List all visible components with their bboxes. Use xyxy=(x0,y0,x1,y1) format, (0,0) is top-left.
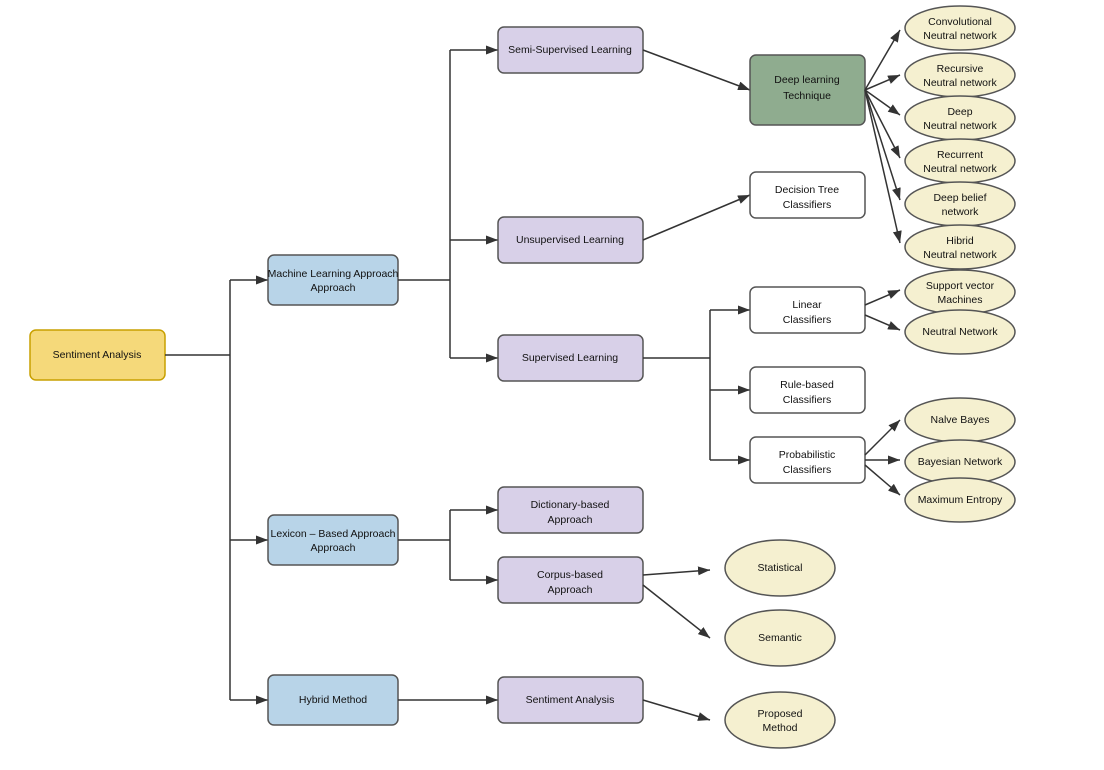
deepnet-node xyxy=(905,96,1015,140)
deepbelief-label: Deep belief xyxy=(933,192,986,204)
deep-label2: Technique xyxy=(783,90,831,102)
recurrent-label: Recurrent xyxy=(937,149,983,161)
prob-label: Probabilistic xyxy=(779,449,836,461)
recurrent-node xyxy=(905,139,1015,183)
neutralnet-label: Neutral Network xyxy=(922,326,998,338)
svm-node xyxy=(905,270,1015,314)
hibrid-label2: Neutral network xyxy=(923,249,997,261)
bayesian-label: Bayesian Network xyxy=(918,456,1003,468)
recurrent-label2: Neutral network xyxy=(923,163,997,175)
corpus-label: Corpus-based xyxy=(537,569,603,581)
semi-label: Semi-Supervised Learning xyxy=(508,44,632,56)
deepbelief-label2: network xyxy=(942,206,980,218)
hibrid-node xyxy=(905,225,1015,269)
corpus-label2: Approach xyxy=(548,584,593,596)
ml-label: Machine Learning Approach xyxy=(268,268,399,280)
deepbelief-node xyxy=(905,182,1015,226)
rule-label: Rule-based xyxy=(780,379,834,391)
hybrid-label: Hybrid Method xyxy=(299,694,367,706)
sentanalysis-label: Sentiment Analysis xyxy=(526,694,615,706)
linear-label2: Classifiers xyxy=(783,314,831,326)
lexicon-label: Lexicon – Based Approach xyxy=(271,528,396,540)
sup-label: Supervised Learning xyxy=(522,352,618,364)
ml-label2: Approach xyxy=(311,282,356,294)
proposed-node xyxy=(725,692,835,748)
dict-label: Dictionary-based xyxy=(531,499,610,511)
decision-label: Decision Tree xyxy=(775,184,839,196)
linear-label: Linear xyxy=(792,299,822,311)
lexicon-node xyxy=(268,515,398,565)
semantic-label: Semantic xyxy=(758,632,802,644)
deepnet-label2: Neutral network xyxy=(923,120,997,132)
cnn-label2: Neutral network xyxy=(923,30,997,42)
recursive-label: Recursive xyxy=(937,63,984,75)
recursive-node xyxy=(905,53,1015,97)
maxentropy-label: Maximum Entropy xyxy=(918,494,1003,506)
cnn-label: Convolutional xyxy=(928,16,992,28)
unsup-label: Unsupervised Learning xyxy=(516,234,624,246)
hibrid-label: Hibrid xyxy=(946,235,974,247)
dict-label2: Approach xyxy=(548,514,593,526)
statistical-label: Statistical xyxy=(758,562,803,574)
root-label: Sentiment Analysis xyxy=(53,349,142,361)
decision-label2: Classifiers xyxy=(783,199,831,211)
deep-label: Deep learning xyxy=(774,74,840,86)
cnn-node xyxy=(905,6,1015,50)
ml-node xyxy=(268,255,398,305)
svm-label2: Machines xyxy=(938,294,983,306)
lexicon-label2: Approach xyxy=(311,542,356,554)
proposed-label: Proposed xyxy=(758,708,803,720)
svm-label: Support vector xyxy=(926,280,995,292)
rule-label2: Classifiers xyxy=(783,394,831,406)
prob-label2: Classifiers xyxy=(783,464,831,476)
proposed-label2: Method xyxy=(762,722,797,734)
recursive-label2: Neutral network xyxy=(923,77,997,89)
deepnet-label: Deep xyxy=(947,106,972,118)
naive-label: Nalve Bayes xyxy=(931,414,990,426)
